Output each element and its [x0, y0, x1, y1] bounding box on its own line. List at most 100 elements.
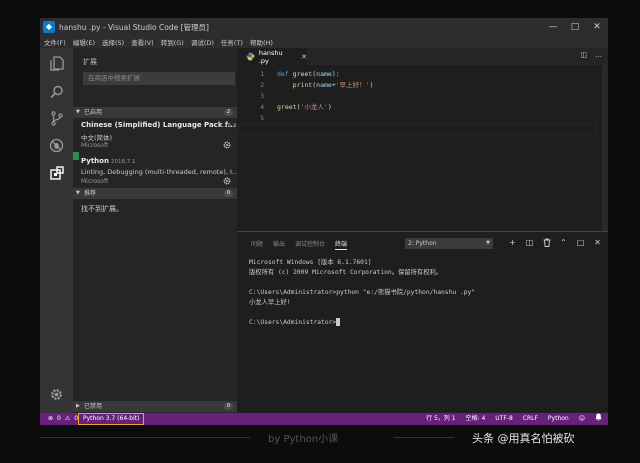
sidebar-title: 扩展 [83, 58, 97, 66]
extension-publisher: Microsoft [81, 178, 109, 185]
installed-section-label: 已启用 [84, 109, 103, 116]
extension-version: 1.25.3 [219, 123, 237, 129]
explorer-files-icon[interactable] [48, 55, 65, 72]
chevron-down-icon: ▼ [76, 109, 80, 115]
terminal-selected: 2: Python [408, 240, 437, 247]
editor-scrollbar[interactable] [602, 65, 608, 231]
restore-panel-icon[interactable]: □ [576, 237, 585, 248]
maximize-button[interactable]: □ [564, 18, 586, 36]
menu-tasks[interactable]: 任务(T) [221, 37, 243, 47]
terminal-line: Microsoft Windows [版本 6.1.7601] [249, 259, 372, 266]
punct-token: ) [369, 81, 374, 89]
language-mode[interactable]: Python [548, 413, 569, 425]
tab-debug-console[interactable]: 调试控制台 [295, 239, 325, 250]
menu-edit[interactable]: 编辑(E) [73, 37, 95, 47]
terminal-output[interactable]: Microsoft Windows [版本 6.1.7601] 版权所有 (c)… [249, 258, 475, 328]
installed-count-badge: 2 [224, 109, 233, 116]
vscode-window: ◆ hanshu .py - Visual Studio Code [管理员] … [40, 18, 608, 425]
menu-file[interactable]: 文件(F) [44, 37, 66, 47]
tab-terminal[interactable]: 终端 [335, 239, 348, 250]
search-icon[interactable] [48, 83, 65, 100]
extension-name: Chinese (Simplified) Language Pack f... [81, 121, 236, 129]
python-interpreter-selector[interactable]: Python 3.7 (64-bit) [78, 413, 145, 425]
source-control-icon[interactable] [48, 110, 65, 127]
error-icon: ⊗ [48, 415, 54, 422]
menu-selection[interactable]: 选择(S) [102, 37, 124, 47]
status-right: 行 5，列 1 空格: 4 UTF-8 CRLF Python ☺ [416, 413, 602, 425]
watermark: 头条 @用真名怕被砍 [472, 432, 575, 445]
bottom-panel: 问题 输出 调试控制台 终端 2: Python ▼ + ◫ ⌃ □ ✕ Mic… [237, 231, 608, 413]
indentation[interactable]: 空格: 4 [466, 413, 486, 425]
recommended-section-header[interactable]: ▼ 推荐 0 [73, 188, 237, 199]
chevron-down-icon: ▼ [76, 190, 80, 196]
terminal-selector[interactable]: 2: Python ▼ [405, 238, 493, 249]
terminal-line: C:\Users\Administrator>python "e:/熊猫书院/p… [249, 289, 476, 296]
tab-problems[interactable]: 问题 [251, 239, 263, 250]
recommended-section-label: 推荐 [84, 190, 97, 197]
extension-item-chinese-language-pack[interactable]: Chinese (Simplified) Language Pack f... … [73, 121, 237, 157]
extensions-sidebar: 扩展 在商店中搜索扩展 ▼ 已启用 2 Chinese (Simplified)… [73, 48, 238, 413]
split-terminal-icon[interactable]: ◫ [525, 237, 534, 248]
extension-name: Python [81, 157, 109, 165]
indent-token [277, 81, 293, 89]
recommended-count-badge: 0 [224, 190, 233, 197]
tab-output[interactable]: 输出 [273, 239, 285, 250]
terminal-line: 版权所有 (c) 2009 Microsoft Corporation。保留所有… [249, 269, 443, 276]
punct-token: ) [327, 103, 332, 111]
terminal-cursor [336, 318, 341, 326]
encoding[interactable]: UTF-8 [495, 413, 513, 425]
terminal-prompt-line: C:\Users\Administrator> [249, 318, 475, 328]
line-ending[interactable]: CRLF [523, 413, 538, 425]
extension-manage-gear-icon[interactable] [223, 177, 231, 185]
extension-search-input[interactable]: 在商店中搜索扩展 [83, 72, 235, 85]
menu-debug[interactable]: 调试(D) [191, 37, 214, 47]
chevron-down-icon: ▼ [486, 240, 490, 246]
bell-notification-icon[interactable] [595, 413, 602, 426]
python-file-icon [246, 52, 255, 61]
editor-area: hanshu .py ✕ ◫ … 1 2 3 4 5 def greet(nam… [237, 48, 608, 231]
close-tab-icon[interactable]: ✕ [301, 53, 307, 61]
menu-go[interactable]: 转到(G) [161, 37, 184, 47]
more-actions-icon[interactable]: … [595, 51, 602, 59]
function-token: print [292, 81, 313, 89]
video-byline: by Python小课 [268, 434, 339, 445]
current-line-highlight [237, 124, 597, 135]
maximize-panel-icon[interactable]: ⌃ [559, 237, 568, 248]
disabled-count-badge: 0 [224, 403, 233, 410]
extension-manage-gear-icon[interactable] [223, 141, 231, 149]
installed-section-header[interactable]: ▼ 已启用 2 [73, 107, 237, 118]
tab-hanshu-py[interactable]: hanshu .py ✕ [237, 48, 307, 65]
cursor-position[interactable]: 行 5，列 1 [426, 413, 455, 425]
param-token: name [316, 81, 332, 89]
code-text[interactable]: def greet(name): print(name+'早上好！') gree… [277, 69, 373, 124]
new-terminal-icon[interactable]: + [508, 237, 517, 248]
keyword-token: def [277, 70, 293, 78]
panel-actions: + ◫ ⌃ □ ✕ [500, 237, 602, 248]
settings-gear-icon[interactable] [48, 386, 65, 403]
disabled-section-label: 已禁用 [84, 403, 103, 410]
menu-bar: 文件(F) 编辑(E) 选择(S) 查看(V) 转到(G) 调试(D) 任务(T… [40, 36, 608, 48]
chevron-right-icon: ▶ [76, 403, 80, 409]
line-number: 1 [260, 71, 264, 78]
footer-divider [394, 437, 454, 438]
terminal-prompt: C:\Users\Administrator> [249, 319, 337, 326]
menu-view[interactable]: 查看(V) [131, 37, 154, 47]
problems-indicator[interactable]: ⊗ 0 ⚠ 0 [48, 413, 82, 425]
terminal-line: 小龙人早上好! [249, 299, 291, 306]
title-bar[interactable]: ◆ hanshu .py - Visual Studio Code [管理员] … [40, 18, 608, 36]
close-window-button[interactable]: ✕ [586, 18, 608, 36]
close-panel-icon[interactable]: ✕ [593, 237, 602, 248]
footer-divider [40, 437, 250, 438]
debug-icon[interactable] [48, 137, 65, 154]
extensions-icon[interactable] [48, 164, 65, 181]
split-editor-icon[interactable]: ◫ [580, 51, 587, 59]
line-number: 4 [260, 104, 264, 111]
menu-help[interactable]: 帮助(H) [250, 37, 273, 47]
disabled-section-header[interactable]: ▶ 已禁用 0 [73, 401, 237, 412]
smiley-feedback-icon[interactable]: ☺ [579, 413, 585, 425]
trash-icon[interactable] [542, 237, 551, 248]
string-token: '小龙人' [300, 103, 328, 111]
minimize-button[interactable]: — [542, 18, 564, 36]
